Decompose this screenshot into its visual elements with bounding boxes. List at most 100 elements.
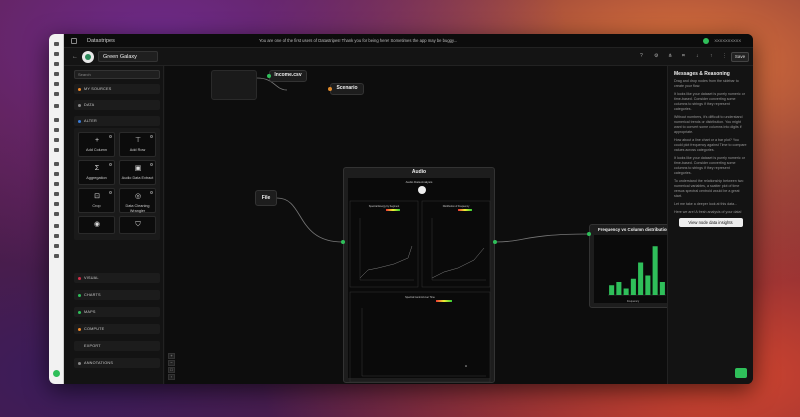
save-button[interactable]: Save	[731, 52, 749, 62]
icon-rail	[49, 34, 64, 384]
node-file[interactable]: File	[255, 190, 277, 206]
node-title: File	[261, 195, 271, 201]
rail-globe-icon[interactable]	[54, 118, 59, 122]
share-icon[interactable]: ⋔	[668, 54, 673, 59]
section-label: VISUAL	[84, 276, 99, 280]
rail-print-icon[interactable]	[54, 162, 59, 166]
bar-6	[645, 275, 651, 295]
project-name-input[interactable]: Green Galaxy	[98, 51, 158, 62]
rail-share-icon[interactable]	[54, 82, 59, 86]
rail-link-icon[interactable]	[54, 202, 59, 206]
rail-github-icon[interactable]	[54, 172, 59, 176]
tile-add-row[interactable]: ⊤ Add Row	[119, 132, 156, 157]
section-export[interactable]: EXPORT	[74, 341, 160, 351]
rail-settings-icon[interactable]	[54, 72, 59, 76]
port-icon[interactable]	[587, 232, 591, 236]
rail-folder-icon[interactable]	[54, 192, 59, 196]
rail-chart-icon[interactable]	[54, 138, 59, 142]
filter-icon: ⛉	[135, 221, 141, 228]
rail-theme-icon[interactable]	[54, 244, 59, 248]
tile-aggregation[interactable]: Σ Aggregation	[78, 160, 115, 185]
flow-canvas[interactable]: Income.csv Scenario File Audio Audio Dat…	[165, 66, 719, 384]
frequency-chart: Frequency	[608, 246, 666, 303]
bar-8	[659, 282, 665, 295]
node-audio[interactable]: Audio Audio Data Analysis Spectral Energ…	[343, 167, 495, 383]
upload-icon[interactable]: ↑	[710, 54, 715, 59]
rail-edit-icon[interactable]	[54, 92, 59, 96]
info-icon[interactable]	[150, 191, 153, 194]
node-income[interactable]: Income.csv	[269, 70, 307, 82]
download-icon[interactable]: ↓	[696, 54, 701, 59]
section-alter[interactable]: ALTER	[74, 116, 160, 126]
section-charts[interactable]: CHARTS	[74, 290, 160, 300]
section-data[interactable]: DATA	[74, 100, 160, 110]
rail-account-icon[interactable]	[53, 370, 60, 377]
rail-info-icon[interactable]	[54, 224, 59, 228]
node-sidebar: Search MY SOURCES DATA ALTER + Add Colum…	[64, 66, 164, 384]
rail-map-icon[interactable]	[54, 182, 59, 186]
section-annotations[interactable]: ANNOTATIONS	[74, 358, 160, 368]
rail-lock-icon[interactable]	[54, 234, 59, 238]
target-icon: ◎	[134, 193, 142, 200]
section-dot	[78, 103, 81, 107]
panel-title: Messages & Reasoning	[674, 71, 730, 77]
tile-add-column[interactable]: + Add Column	[78, 132, 115, 157]
zoom-in-button[interactable]: +	[168, 353, 175, 359]
node-frequency[interactable]: Frequency vs Column distribution Frequen…	[589, 224, 675, 308]
user-id[interactable]: XXXXXXXXXX	[714, 38, 741, 43]
back-arrow-icon[interactable]: ←	[72, 54, 78, 60]
rail-users-icon[interactable]	[54, 104, 59, 108]
info-icon[interactable]	[109, 191, 112, 194]
port-icon[interactable]	[267, 74, 271, 78]
help-icon[interactable]: ?	[640, 54, 645, 59]
zoom-out-button[interactable]: −	[168, 360, 175, 366]
tile-audio-extract[interactable]: ▣ Audio Data Extract	[119, 160, 156, 185]
section-dot	[78, 344, 81, 348]
bar-1	[609, 285, 615, 295]
tile-filter[interactable]: ⛉	[119, 216, 156, 234]
code-icon[interactable]: ⌗	[682, 54, 687, 59]
info-icon[interactable]	[109, 135, 112, 138]
settings-icon[interactable]: ⚙	[654, 54, 659, 59]
message: Without numbers, it's difficult to under…	[674, 115, 743, 134]
fit-view-button[interactable]: □	[168, 367, 175, 373]
rail-list-icon[interactable]	[54, 52, 59, 56]
section-visual[interactable]: VISUAL	[74, 273, 160, 283]
port-icon[interactable]	[328, 87, 332, 91]
section-maps[interactable]: MAPS	[74, 307, 160, 317]
node-scenario[interactable]: Scenario	[330, 83, 364, 95]
rail-mail-icon[interactable]	[54, 128, 59, 132]
info-icon[interactable]	[150, 163, 153, 166]
more-icon[interactable]: ⋮	[722, 54, 727, 59]
partial-node[interactable]	[211, 70, 257, 100]
section-dot	[78, 293, 81, 297]
rail-help-icon[interactable]	[54, 254, 59, 258]
node-title: Frequency vs Column distribution	[598, 227, 670, 232]
section-compute[interactable]: COMPUTE	[74, 324, 160, 334]
port-icon[interactable]	[341, 240, 345, 244]
rail-refresh-icon[interactable]	[54, 148, 59, 152]
frequency-chart-area: Frequency	[594, 235, 670, 303]
rail-chat-icon[interactable]	[54, 212, 59, 216]
lock-button[interactable]: ▫	[168, 374, 175, 380]
tile-label: Audio Data Extract	[121, 176, 154, 180]
audio-icon	[418, 186, 426, 194]
top-bar: Datastripes You are one of the first use…	[49, 34, 753, 48]
status-icon[interactable]	[703, 38, 709, 44]
rail-layers-icon[interactable]	[54, 62, 59, 66]
tile-more-1[interactable]: ◉	[78, 216, 115, 234]
section-my-sources[interactable]: MY SOURCES	[74, 84, 160, 94]
tile-label: Crop	[92, 204, 101, 208]
search-input[interactable]: Search	[74, 70, 160, 79]
chat-icon[interactable]	[735, 368, 747, 378]
section-dot	[78, 87, 81, 91]
section-label: ANNOTATIONS	[84, 361, 114, 365]
rail-home-icon[interactable]	[54, 42, 59, 46]
info-icon[interactable]	[109, 163, 112, 166]
sidebar-toggle-icon[interactable]	[71, 38, 77, 44]
tile-crop[interactable]: ⊡ Crop	[78, 188, 115, 213]
info-icon[interactable]	[150, 135, 153, 138]
port-icon[interactable]	[493, 240, 497, 244]
view-insights-button[interactable]: View node data insights	[678, 218, 743, 227]
tile-data-cleaning[interactable]: ◎ Data Cleaning Wrangler	[119, 188, 156, 213]
